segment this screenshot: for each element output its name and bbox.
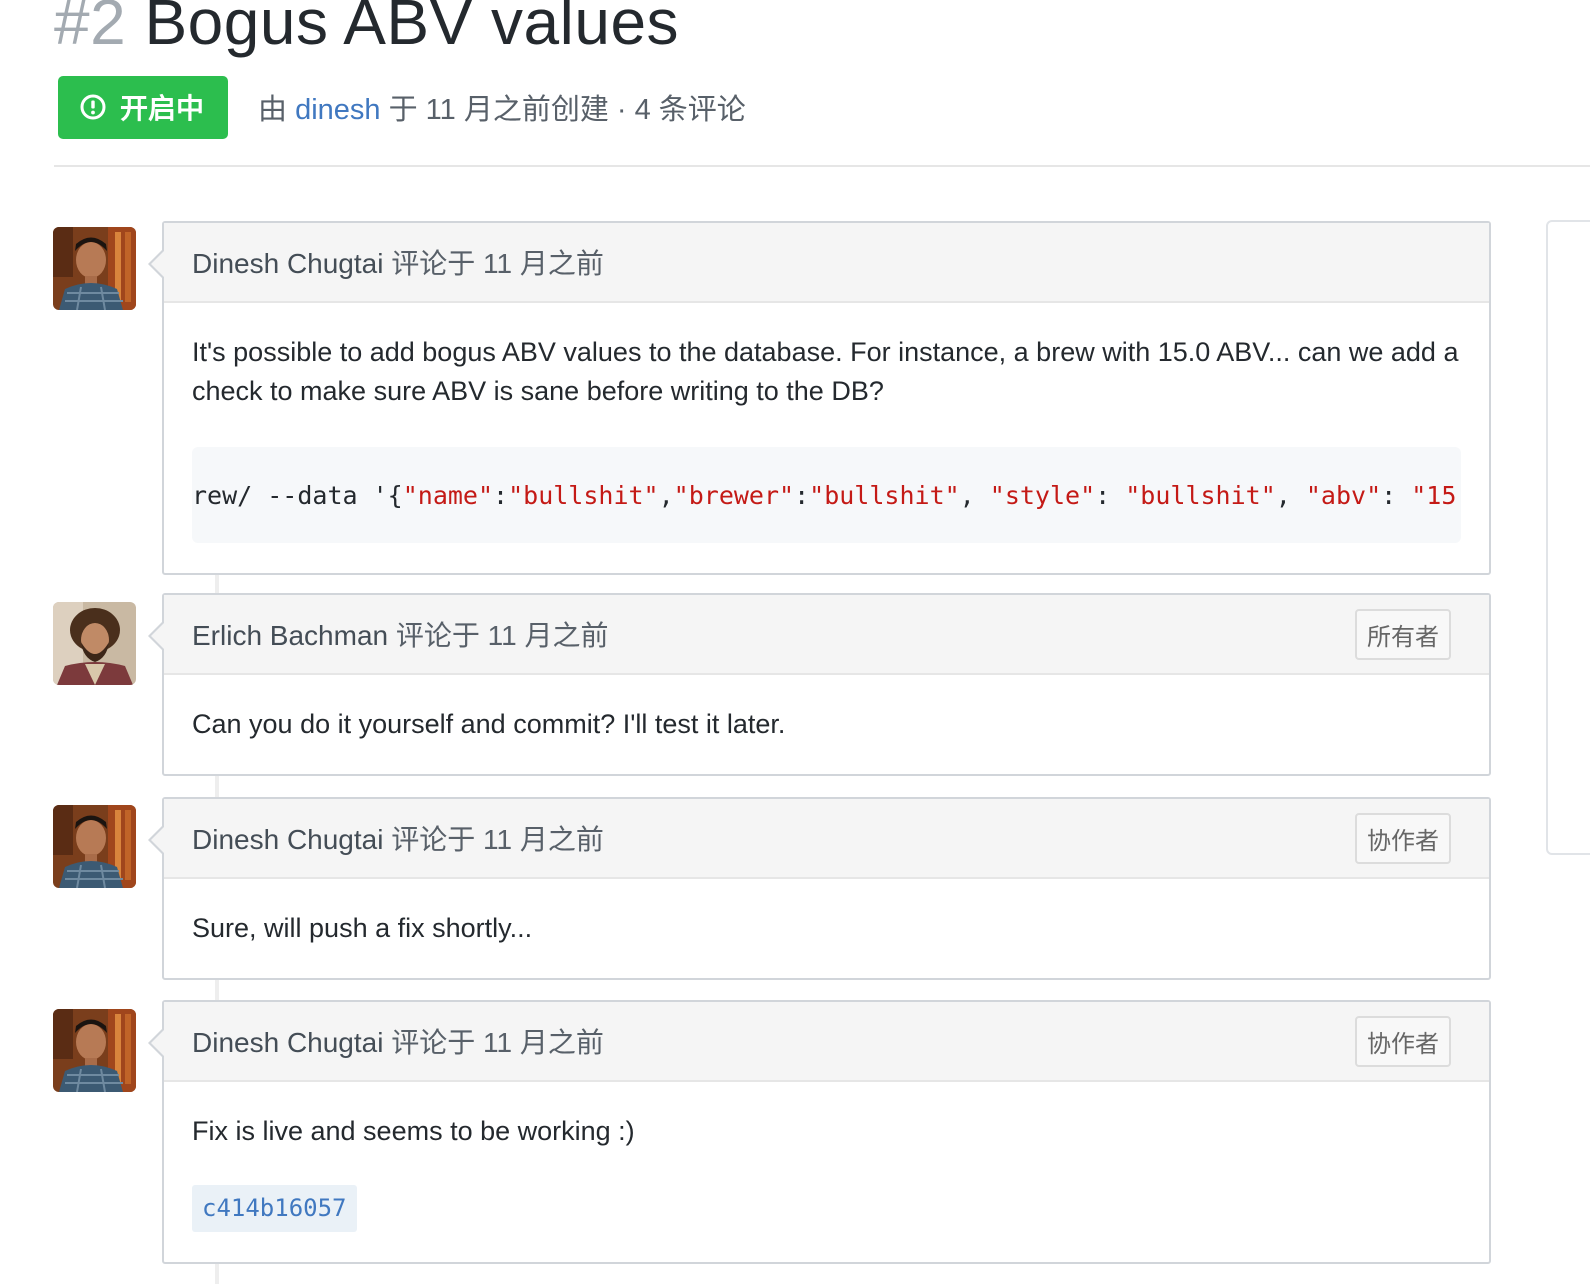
code-token: rew/ --data '{ (192, 480, 403, 510)
comment-body: Sure, will push a fix shortly... (164, 879, 1489, 978)
comment-arrow (148, 825, 164, 855)
avatar[interactable] (53, 227, 136, 310)
avatar-dinesh-icon (53, 1009, 136, 1092)
issue-state-badge: 开启中 (58, 75, 228, 139)
comment-arrow (148, 621, 164, 651)
comment-timestamp[interactable]: 评论于 11 月之前 (391, 1027, 604, 1058)
code-token: "brewer" (673, 480, 795, 510)
comment-header: Dinesh Chugtai 评论于 11 月之前 (164, 223, 1489, 303)
code-token: "abv" (1305, 480, 1382, 510)
code-block: rew/ --data '{"name": "bullshit", "brewer"… (192, 447, 1461, 543)
comment-author[interactable]: Dinesh Chugtai (192, 1027, 383, 1058)
issue-title: #2 Bogus ABV values (54, 0, 679, 62)
issue-state-label: 开启中 (120, 93, 205, 124)
code-token: , (658, 480, 674, 510)
code-token: : (1095, 480, 1126, 510)
code-token: "bullshit" (508, 480, 659, 510)
comment-arrow (148, 1028, 164, 1058)
code-token: : (794, 480, 810, 510)
comment: Dinesh Chugtai 评论于 11 月之前 协作者 Fix is liv… (148, 1000, 1491, 1264)
comment-author[interactable]: Dinesh Chugtai (192, 824, 383, 855)
commit-link[interactable]: c414b16057 (192, 1185, 357, 1232)
comment-meta: Dinesh Chugtai 评论于 11 月之前 (192, 242, 604, 282)
header-divider (54, 165, 1590, 167)
code-token: : (493, 480, 509, 510)
avatar-erlich-icon (53, 602, 136, 685)
code-token: "15.0" (1411, 480, 1461, 510)
comment-author[interactable]: Erlich Bachman (192, 620, 388, 651)
comment-body: It's possible to add bogus ABV values to… (164, 303, 1489, 573)
comment-text: Can you do it yourself and commit? I'll … (192, 709, 786, 739)
issue-title-text: Bogus ABV values (144, 0, 680, 58)
comment-text: Sure, will push a fix shortly... (192, 913, 533, 943)
issue-author-link[interactable]: dinesh (295, 94, 380, 126)
meta-suffix: 于 11 月之前创建 · 4 条评论 (388, 94, 746, 126)
code-token: "bullshit" (809, 480, 960, 510)
comment: Dinesh Chugtai 评论于 11 月之前 It's possible … (148, 221, 1491, 575)
comment-timestamp[interactable]: 评论于 11 月之前 (391, 248, 604, 279)
code-token: , (1275, 480, 1306, 510)
comment-text: It's possible to add bogus ABV values to… (192, 337, 1459, 406)
comment-body: Fix is live and seems to be working :) c… (164, 1082, 1489, 1262)
comment-timestamp[interactable]: 评论于 11 月之前 (396, 620, 609, 651)
issue-meta-row: 开启中 由 dinesh 于 11 月之前创建 · 4 条评论 (58, 75, 746, 139)
code-token: "bullshit" (1125, 480, 1276, 510)
avatar[interactable] (53, 602, 136, 685)
issue-opened-icon (80, 94, 106, 120)
issue-page: #2 Bogus ABV values 开启中 由 dinesh 于 11 月之… (0, 0, 1590, 1284)
avatar-dinesh-icon (53, 227, 136, 310)
comment-meta: Dinesh Chugtai 评论于 11 月之前 (192, 818, 604, 858)
comment-meta: Erlich Bachman 评论于 11 月之前 (192, 614, 609, 654)
meta-prefix: 由 (258, 94, 288, 126)
comment-meta: Dinesh Chugtai 评论于 11 月之前 (192, 1021, 604, 1061)
role-badge: 协作者 (1355, 1015, 1451, 1067)
avatar-dinesh-icon (53, 805, 136, 888)
comment-author[interactable]: Dinesh Chugtai (192, 248, 383, 279)
comment-header: Dinesh Chugtai 评论于 11 月之前 协作者 (164, 1002, 1489, 1082)
comment-arrow (148, 249, 164, 279)
comment-timestamp[interactable]: 评论于 11 月之前 (391, 824, 604, 855)
code-token: "style" (989, 480, 1096, 510)
comment: Erlich Bachman 评论于 11 月之前 所有者 Can you do… (148, 593, 1491, 776)
avatar[interactable] (53, 1009, 136, 1092)
comment-header: Erlich Bachman 评论于 11 月之前 所有者 (164, 595, 1489, 675)
avatar[interactable] (53, 805, 136, 888)
comment-header: Dinesh Chugtai 评论于 11 月之前 协作者 (164, 799, 1489, 879)
sidebar-panel (1546, 220, 1590, 855)
code-token: , (959, 480, 990, 510)
role-badge: 协作者 (1355, 812, 1451, 864)
comment-text: Fix is live and seems to be working :) (192, 1116, 635, 1146)
code-token: : (1381, 480, 1412, 510)
code-token: "name" (402, 480, 494, 510)
issue-number: #2 (54, 0, 127, 58)
issue-meta-text: 由 dinesh 于 11 月之前创建 · 4 条评论 (258, 86, 746, 128)
role-badge: 所有者 (1355, 608, 1451, 660)
comment: Dinesh Chugtai 评论于 11 月之前 协作者 Sure, will… (148, 797, 1491, 980)
comment-body: Can you do it yourself and commit? I'll … (164, 675, 1489, 774)
